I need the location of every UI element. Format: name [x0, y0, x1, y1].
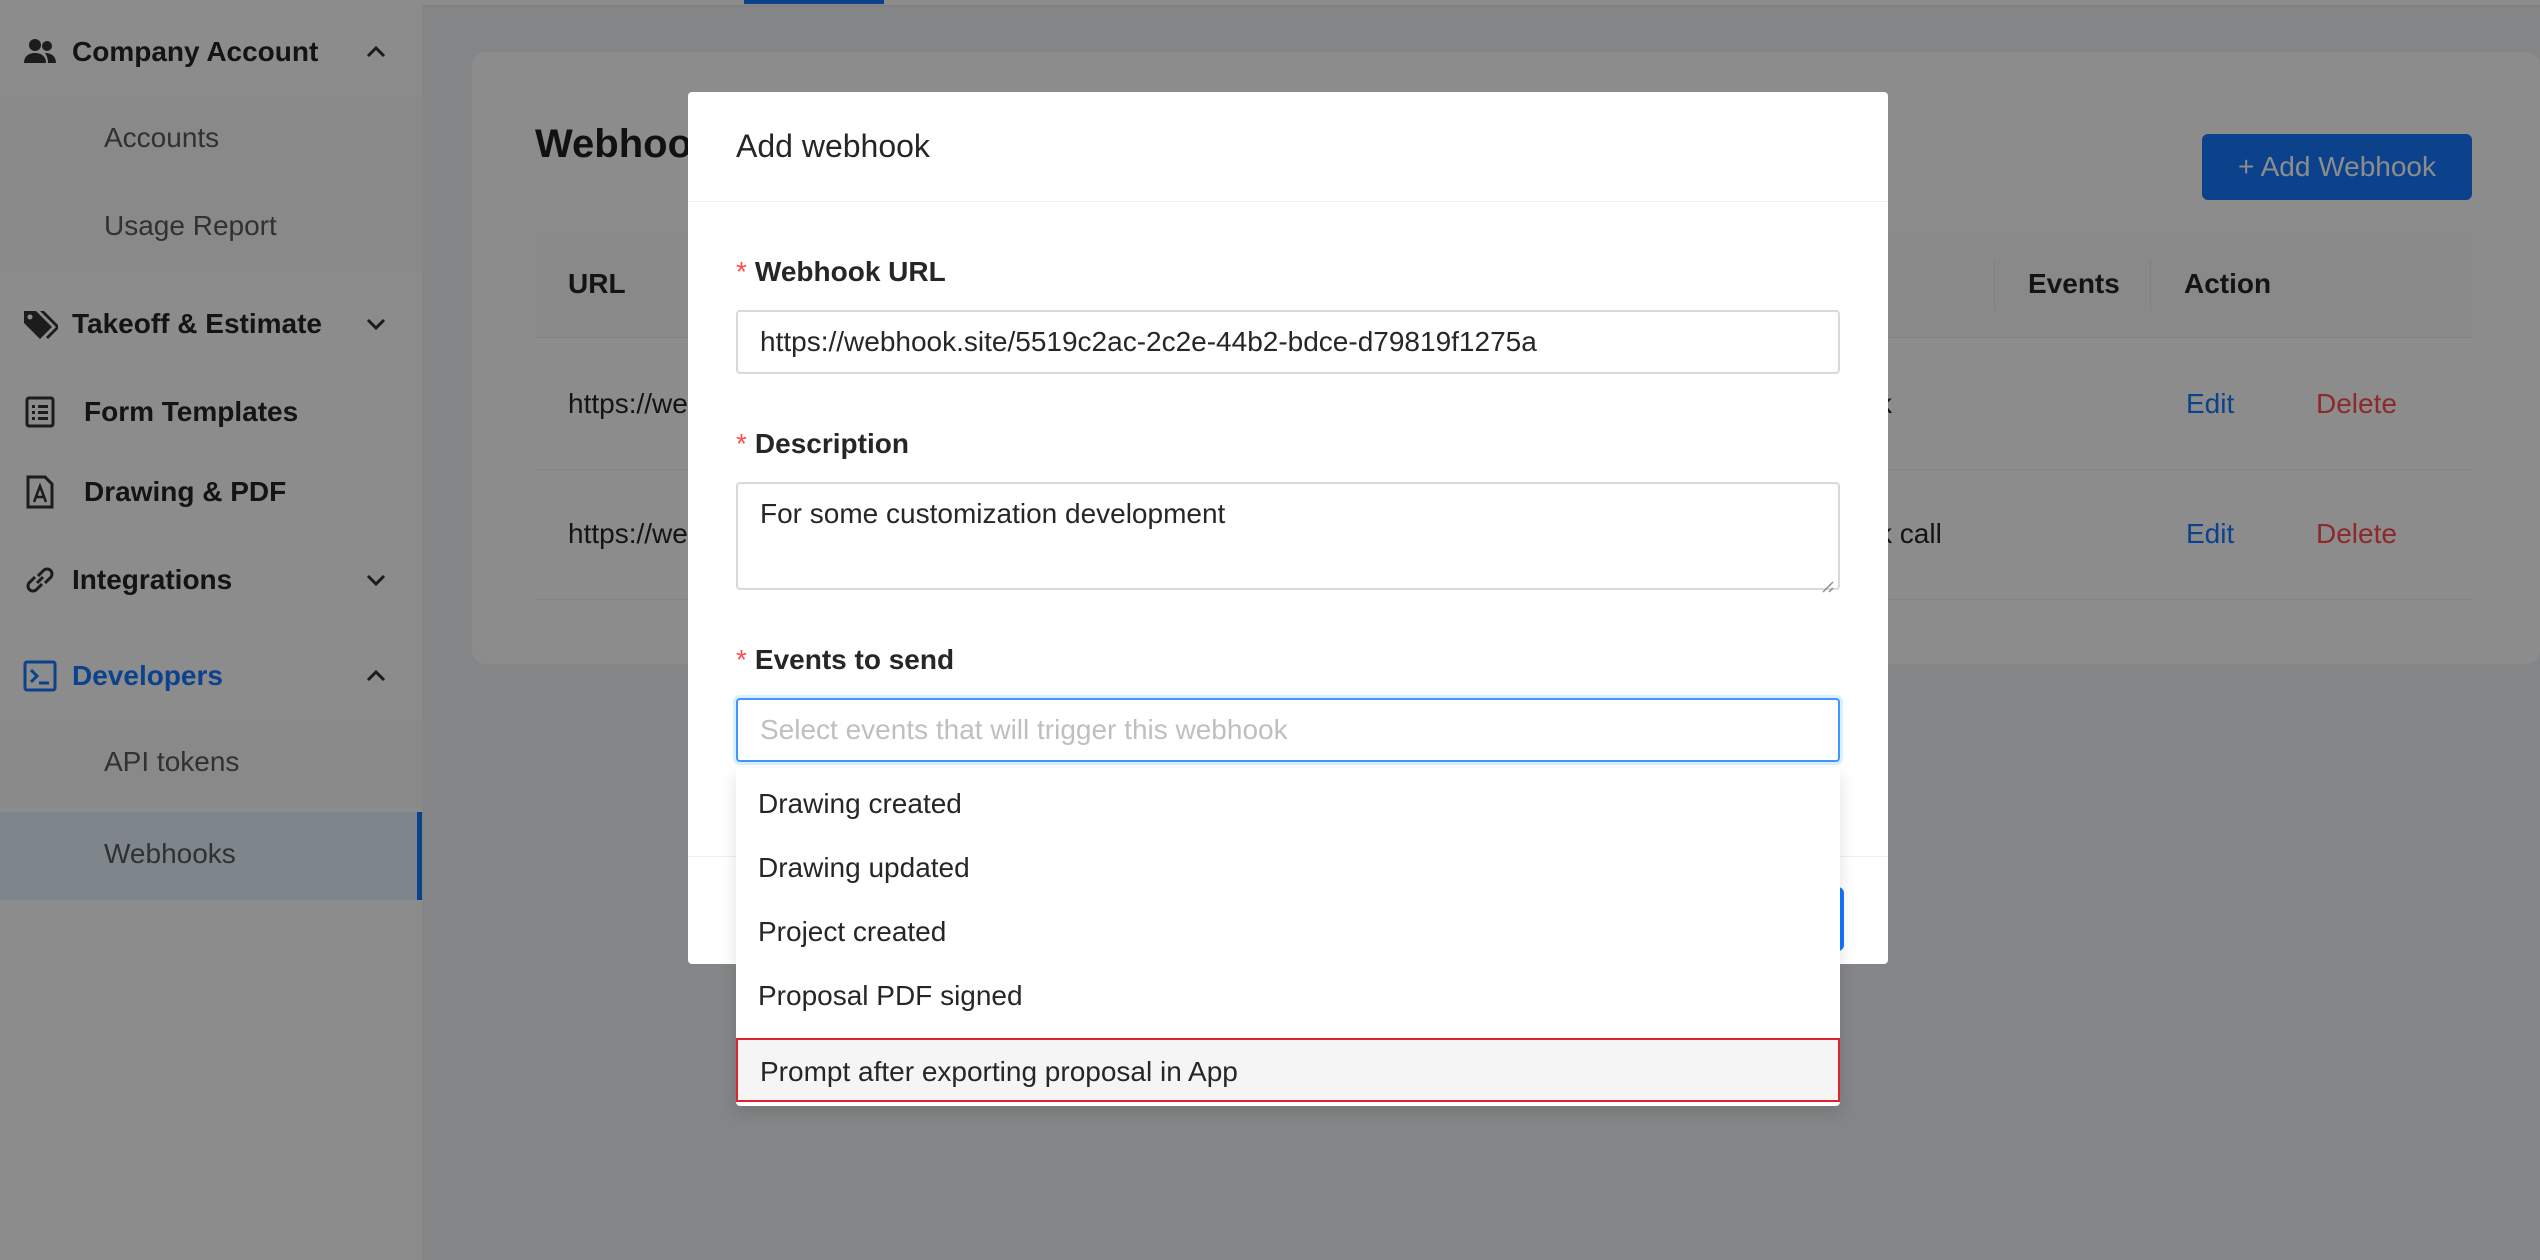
- modal-title: Add webhook: [736, 128, 930, 164]
- webhook-url-label: * Webhook URL: [736, 256, 946, 288]
- events-label-text: Events to send: [754, 644, 955, 675]
- description-value: For some customization development: [760, 498, 1226, 529]
- option-drawing-updated[interactable]: Drawing updated: [736, 836, 1840, 900]
- option-prompt-after-exporting[interactable]: Prompt after exporting proposal in App: [736, 1038, 1840, 1102]
- webhook-url-input[interactable]: https://webhook.site/5519c2ac-2c2e-44b2-…: [736, 310, 1840, 374]
- description-label: * Description: [736, 428, 909, 460]
- webhook-url-label-text: Webhook URL: [754, 256, 946, 287]
- resize-handle-icon[interactable]: [1818, 568, 1834, 593]
- required-mark: *: [736, 428, 747, 459]
- description-textarea[interactable]: For some customization development: [736, 482, 1840, 593]
- description-label-text: Description: [754, 428, 909, 459]
- required-mark: *: [736, 644, 747, 675]
- modal-header: Add webhook: [688, 92, 1888, 202]
- option-drawing-created[interactable]: Drawing created: [736, 772, 1840, 836]
- events-dropdown: Drawing created Drawing updated Project …: [736, 768, 1840, 1106]
- option-project-created[interactable]: Project created: [736, 900, 1840, 964]
- required-mark: *: [736, 256, 747, 287]
- events-select[interactable]: Select events that will trigger this web…: [736, 698, 1840, 762]
- option-proposal-pdf-signed[interactable]: Proposal PDF signed: [736, 964, 1840, 1028]
- events-label: * Events to send: [736, 644, 954, 676]
